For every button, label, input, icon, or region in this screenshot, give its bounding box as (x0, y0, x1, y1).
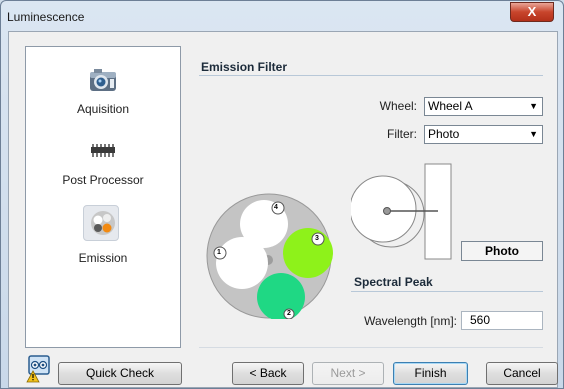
camera-icon (90, 69, 116, 91)
wizard-nav-panel: Aquisition Post Processor Emission (25, 46, 181, 348)
spectral-peak-heading: Spectral Peak (354, 275, 433, 289)
slot-number-2: 2 (287, 310, 291, 317)
filter-select-value: Photo (428, 127, 460, 141)
close-button[interactable]: X (510, 2, 554, 22)
emission-filter-separator (199, 75, 543, 76)
emission-filter-heading: Emission Filter (201, 60, 288, 74)
slot-number-4: 4 (274, 204, 278, 211)
wheel-select-value: Wheel A (428, 99, 473, 113)
filter-select[interactable]: Photo ▼ (424, 125, 543, 144)
finish-button[interactable]: Finish (393, 362, 468, 385)
luminescence-window: Luminescence X Aquisition Post Processor… (0, 0, 564, 389)
optical-path-diagram (351, 163, 452, 260)
wavelength-input[interactable]: 560 (461, 311, 543, 330)
spectral-peak-separator (351, 291, 543, 292)
nav-item-aquisition[interactable]: Aquisition (26, 67, 180, 116)
slot-number-1: 1 (217, 249, 221, 256)
window-title: Luminescence (7, 10, 85, 24)
chevron-down-icon: ▼ (529, 129, 538, 139)
back-button[interactable]: < Back (232, 362, 304, 385)
nav-label-post-processor: Post Processor (62, 173, 144, 187)
wavelength-label: Wavelength [nm]: (364, 314, 457, 328)
nav-label-aquisition: Aquisition (76, 102, 130, 116)
chevron-down-icon: ▼ (529, 101, 538, 111)
chip-icon (91, 144, 115, 157)
nav-label-emission: Emission (78, 251, 128, 265)
nav-item-post-processor[interactable]: Post Processor (26, 144, 180, 187)
filter-wheel-diagram (206, 193, 333, 319)
quick-check-button[interactable]: Quick Check (58, 362, 182, 385)
slot-number-3: 3 (315, 235, 319, 242)
title-bar[interactable]: Luminescence X (1, 1, 563, 31)
footer-separator (199, 347, 543, 348)
cancel-button[interactable]: Cancel (486, 362, 558, 385)
quick-check-icon (26, 355, 50, 383)
filter-wheel-icon (91, 211, 115, 235)
next-button[interactable]: Next > (312, 362, 384, 385)
nav-item-emission[interactable]: Emission (26, 209, 180, 265)
wheel-select[interactable]: Wheel A ▼ (424, 97, 543, 116)
wheel-label: Wheel: (379, 99, 417, 113)
selected-filter-button[interactable]: Photo (461, 241, 543, 261)
filter-label: Filter: (387, 127, 417, 141)
